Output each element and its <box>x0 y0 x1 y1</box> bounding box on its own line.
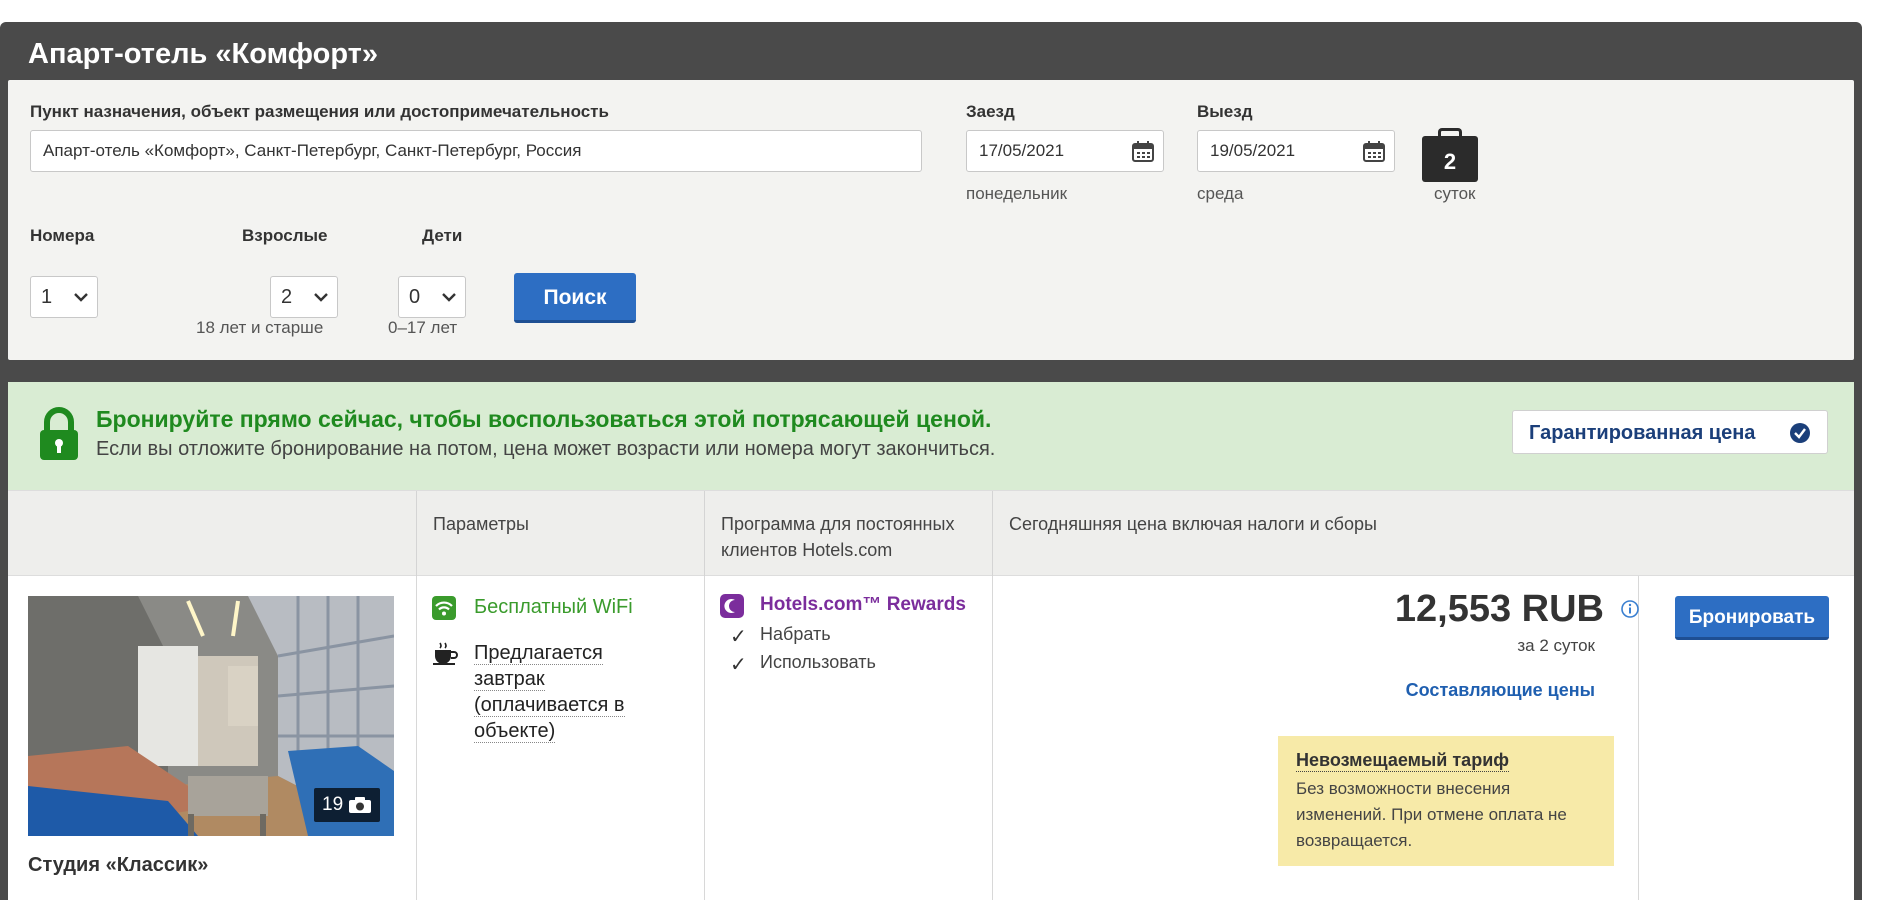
adults-age-note: 18 лет и старше <box>196 318 324 337</box>
tariff-text: Без возможности внесения изменений. При … <box>1296 779 1567 850</box>
price-guarantee-label: Гарантированная цена <box>1529 422 1756 444</box>
photo-count-value: 19 <box>322 794 344 815</box>
checkin-date-value: 17/05/2021 <box>979 141 1065 160</box>
search-button[interactable]: Поиск <box>514 273 636 323</box>
amenity-breakfast-text: Предлагается завтрак (оплачивается в объ… <box>474 642 625 743</box>
rooms-label: Номера <box>30 226 95 245</box>
rooms-select-value: 1 <box>41 286 53 308</box>
room-price: 12,553 RUB <box>1394 588 1604 630</box>
children-select[interactable]: 0 <box>398 276 466 318</box>
column-divider <box>992 576 993 900</box>
amenity-wifi: Бесплатный WiFi <box>474 596 633 618</box>
rewards-earn-label: Набрать <box>760 624 831 644</box>
tariff-notice: Невозмещаемый тариф Без возможности внес… <box>1278 736 1614 866</box>
check-icon: ✓ <box>730 626 747 648</box>
wifi-icon <box>432 596 456 620</box>
calendar-icon[interactable] <box>1131 140 1155 162</box>
checkin-label: Заезд <box>966 102 1015 121</box>
rewards-use-label: Использовать <box>760 652 876 672</box>
room-name: Студия «Классик» <box>28 854 209 876</box>
check-icon: ✓ <box>730 654 747 676</box>
rewards-earn: ✓ Набрать <box>730 624 831 648</box>
destination-input[interactable]: Апарт-отель «Комфорт», Санкт-Петербург, … <box>30 130 922 172</box>
column-divider <box>704 576 705 900</box>
calendar-icon[interactable] <box>1362 140 1386 162</box>
adults-select[interactable]: 2 <box>270 276 338 318</box>
children-age-note: 0–17 лет <box>388 318 458 337</box>
checkout-date-value: 19/05/2021 <box>1210 141 1296 160</box>
hotel-page-frame: Апарт-отель «Комфорт» Пункт назначения, … <box>0 22 1862 900</box>
info-icon[interactable] <box>1621 600 1639 618</box>
adults-label: Взрослые <box>242 226 328 245</box>
price-period: за 2 суток <box>1517 636 1595 655</box>
adults-select-value: 2 <box>281 286 293 308</box>
children-select-value: 0 <box>409 286 421 308</box>
rewards-use: ✓ Использовать <box>730 652 876 676</box>
amenity-breakfast[interactable]: Предлагается завтрак (оплачивается в объ… <box>474 640 654 744</box>
photo-count-badge[interactable]: 19 <box>314 788 380 822</box>
price-banner: Бронируйте прямо сейчас, чтобы воспользо… <box>8 382 1854 490</box>
rewards-icon <box>720 594 744 618</box>
destination-label: Пункт назначения, объект размещения или … <box>30 102 609 121</box>
rooms-table-header: Параметры Программа для постоянных клиен… <box>8 490 1854 577</box>
checkout-weekday: среда <box>1197 184 1244 203</box>
chevron-down-icon <box>74 293 88 302</box>
chevron-down-icon <box>314 293 328 302</box>
room-row: 19 LEVEL TRAVEL Студия «Классик» Бесплат… <box>8 576 1854 900</box>
rewards-title[interactable]: Hotels.com™ Rewards <box>760 594 966 616</box>
price-breakdown-link[interactable]: Составляющие цены <box>1406 680 1595 701</box>
page-title: Апарт-отель «Комфорт» <box>28 38 379 70</box>
nights-count-badge: 2 <box>1422 136 1478 182</box>
guarantee-seal-icon <box>1790 423 1810 443</box>
lock-icon <box>40 407 78 460</box>
nights-label: суток <box>1434 184 1476 203</box>
coffee-cup-icon <box>433 642 458 665</box>
price-guarantee-badge[interactable]: Гарантированная цена <box>1512 410 1828 454</box>
tariff-title[interactable]: Невозмещаемый тариф <box>1296 750 1510 772</box>
column-divider <box>1638 576 1639 900</box>
checkin-weekday: понедельник <box>966 184 1068 203</box>
checkout-label: Выезд <box>1197 102 1253 121</box>
header-params: Параметры <box>416 491 704 577</box>
column-divider <box>416 576 417 900</box>
header-loyalty: Программа для постоянных клиентов Hotels… <box>704 491 992 577</box>
camera-icon <box>349 797 371 813</box>
book-button[interactable]: Бронировать <box>1675 596 1829 640</box>
children-label: Дети <box>422 226 463 245</box>
search-panel: Пункт назначения, объект размещения или … <box>8 80 1854 360</box>
header-price: Сегодняшняя цена включая налоги и сборы <box>992 491 1854 577</box>
checkin-date-input[interactable]: 17/05/2021 <box>966 130 1164 172</box>
chevron-down-icon <box>442 293 456 302</box>
room-photo[interactable]: 19 <box>28 596 394 836</box>
rooms-select[interactable]: 1 <box>30 276 98 318</box>
banner-title: Бронируйте прямо сейчас, чтобы воспользо… <box>96 406 992 432</box>
checkout-date-input[interactable]: 19/05/2021 <box>1197 130 1395 172</box>
banner-text: Если вы отложите бронирование на потом, … <box>96 438 996 460</box>
